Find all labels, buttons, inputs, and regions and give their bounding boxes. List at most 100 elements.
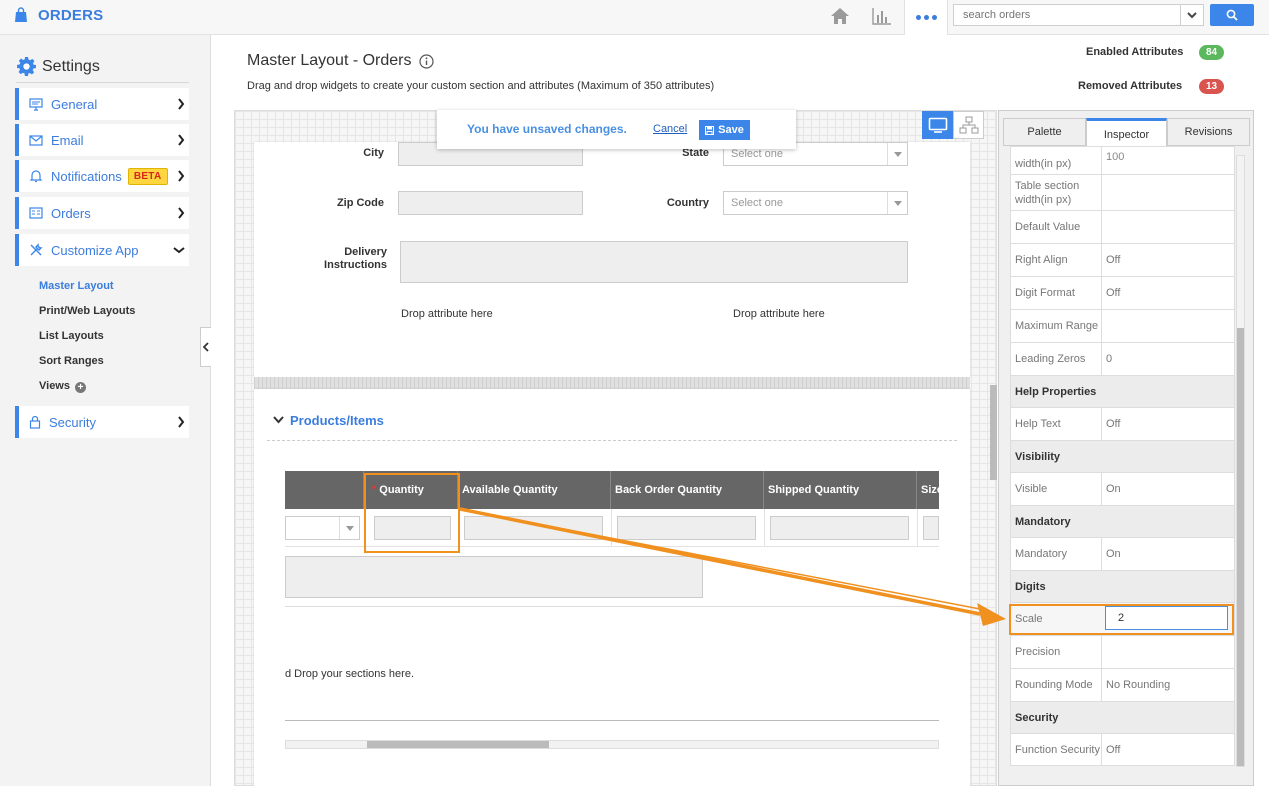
gear-icon bbox=[17, 57, 36, 76]
prop-value[interactable] bbox=[1101, 310, 1234, 342]
subitem-sort-ranges[interactable]: Sort Ranges bbox=[39, 355, 104, 367]
bell-icon bbox=[29, 170, 43, 183]
prop-value[interactable] bbox=[1101, 175, 1234, 210]
scrollbar-thumb[interactable] bbox=[367, 741, 549, 748]
prop-value[interactable]: On bbox=[1101, 473, 1234, 505]
prop-value[interactable]: Off bbox=[1101, 734, 1234, 765]
zip-code-field[interactable] bbox=[398, 191, 583, 215]
bar-chart-icon[interactable] bbox=[868, 4, 896, 28]
prop-value[interactable]: Off bbox=[1101, 277, 1234, 309]
info-icon[interactable] bbox=[419, 54, 434, 69]
prop-key: width(in px) bbox=[1015, 158, 1072, 170]
column-header-back-order-quantity[interactable]: Back Order Quantity bbox=[611, 471, 764, 509]
sidebar-item-orders[interactable]: Orders bbox=[15, 197, 189, 229]
subitem-print-web-layouts[interactable]: Print/Web Layouts bbox=[39, 305, 135, 317]
notes-field[interactable] bbox=[285, 556, 703, 598]
caret-down-icon bbox=[887, 143, 907, 165]
search-dropdown-button[interactable] bbox=[1180, 4, 1204, 26]
tab-inspector[interactable]: Inspector bbox=[1086, 118, 1167, 148]
city-label: City bbox=[363, 147, 384, 159]
subitem-list-layouts[interactable]: List Layouts bbox=[39, 330, 104, 342]
back-order-quantity-input[interactable] bbox=[617, 516, 756, 540]
group-title: Help Properties bbox=[1015, 385, 1097, 398]
available-quantity-input[interactable] bbox=[464, 516, 603, 540]
horizontal-scrollbar[interactable] bbox=[285, 740, 939, 749]
section-divider[interactable] bbox=[254, 377, 970, 389]
tab-revisions[interactable]: Revisions bbox=[1167, 118, 1250, 146]
panel-scrollbar[interactable] bbox=[1236, 155, 1245, 767]
column-header-available-quantity[interactable]: Available Quantity bbox=[458, 471, 611, 509]
column-header-shipped-quantity[interactable]: Shipped Quantity bbox=[764, 471, 917, 509]
drop-zone-right[interactable]: Drop attribute here bbox=[733, 308, 825, 320]
sidebar-item-notifications[interactable]: Notifications BETA bbox=[15, 160, 189, 192]
group-title: Mandatory bbox=[1015, 515, 1071, 528]
prop-value[interactable] bbox=[1101, 636, 1234, 668]
scrollbar-thumb[interactable] bbox=[1237, 328, 1244, 766]
sidebar-item-general[interactable]: General bbox=[15, 88, 189, 120]
group-visibility: Visibility bbox=[1011, 441, 1234, 473]
divider bbox=[16, 82, 189, 83]
section-rule bbox=[267, 440, 957, 441]
subitem-master-layout[interactable]: Master Layout bbox=[39, 280, 114, 292]
sidebar-item-label: Orders bbox=[51, 205, 91, 221]
delivery-instructions-label: Delivery Instructions bbox=[300, 246, 387, 271]
prop-rounding-mode: Rounding Mode No Rounding bbox=[1011, 669, 1234, 702]
sidebar-item-email[interactable]: Email bbox=[15, 124, 189, 156]
item-select[interactable] bbox=[285, 516, 360, 540]
chevron-down-icon[interactable] bbox=[273, 416, 284, 424]
prop-width: width(in px) 100 bbox=[1011, 147, 1234, 175]
drop-zone-left[interactable]: Drop attribute here bbox=[401, 308, 493, 320]
sidebar-item-security[interactable]: Security bbox=[15, 406, 189, 438]
prop-value[interactable]: On bbox=[1101, 538, 1234, 570]
floppy-disk-icon bbox=[705, 125, 715, 135]
more-dots-icon[interactable] bbox=[904, 0, 948, 35]
prop-key: Rounding Mode bbox=[1015, 679, 1093, 691]
sitemap-view-button[interactable] bbox=[953, 111, 984, 139]
desktop-view-button[interactable] bbox=[922, 111, 953, 139]
caret-down-icon bbox=[887, 192, 907, 214]
prop-maximum-range: Maximum Range bbox=[1011, 310, 1234, 343]
collapse-sidebar-button[interactable] bbox=[200, 327, 211, 367]
prop-value[interactable]: Off bbox=[1101, 244, 1234, 276]
group-title: Digits bbox=[1015, 580, 1046, 593]
home-icon[interactable] bbox=[826, 4, 854, 28]
country-select[interactable]: Select one bbox=[723, 191, 908, 215]
prop-value[interactable]: Off bbox=[1101, 408, 1234, 440]
group-help-properties: Help Properties bbox=[1011, 376, 1234, 408]
column-header-hidden[interactable] bbox=[285, 471, 364, 509]
column-header-size[interactable]: Size bbox=[917, 471, 939, 509]
prop-value[interactable]: No Rounding bbox=[1101, 669, 1234, 701]
group-title: Security bbox=[1015, 711, 1059, 724]
divider bbox=[285, 606, 939, 607]
add-icon[interactable]: + bbox=[75, 382, 86, 393]
save-button[interactable]: Save bbox=[699, 120, 750, 140]
prop-precision: Precision bbox=[1011, 636, 1234, 669]
chevron-right-icon bbox=[178, 207, 185, 219]
products-section-title[interactable]: Products/Items bbox=[290, 413, 384, 428]
prop-key: Visible bbox=[1015, 483, 1048, 495]
tab-palette[interactable]: Palette bbox=[1003, 118, 1086, 146]
subitem-views[interactable]: Views + bbox=[39, 380, 86, 393]
drop-sections-zone[interactable]: d Drop your sections here. bbox=[285, 668, 414, 680]
sidebar-item-label: Notifications bbox=[51, 168, 122, 184]
enabled-attributes-label[interactable]: Enabled Attributes bbox=[1086, 46, 1183, 58]
prop-value[interactable] bbox=[1101, 211, 1234, 243]
enabled-count-badge: 84 bbox=[1199, 45, 1225, 60]
sidebar-item-label: Security bbox=[49, 414, 96, 430]
search-button[interactable] bbox=[1210, 4, 1254, 26]
canvas-scrollbar-thumb[interactable] bbox=[990, 385, 997, 480]
search-input[interactable] bbox=[953, 4, 1181, 26]
app-title[interactable]: ORDERS bbox=[38, 7, 103, 24]
cancel-link[interactable]: Cancel bbox=[653, 123, 687, 135]
country-select-value: Select one bbox=[731, 197, 783, 209]
prop-value[interactable]: 100 bbox=[1101, 147, 1234, 174]
delivery-instructions-field[interactable] bbox=[400, 241, 908, 283]
column-separator bbox=[917, 509, 918, 547]
size-input[interactable] bbox=[923, 516, 939, 540]
prop-mandatory: Mandatory On bbox=[1011, 538, 1234, 571]
prop-value[interactable]: 0 bbox=[1101, 343, 1234, 375]
settings-header: Settings bbox=[16, 56, 100, 77]
sidebar-item-customize-app[interactable]: Customize App bbox=[15, 234, 189, 266]
shipped-quantity-input[interactable] bbox=[770, 516, 909, 540]
removed-attributes-label[interactable]: Removed Attributes bbox=[1078, 80, 1182, 92]
